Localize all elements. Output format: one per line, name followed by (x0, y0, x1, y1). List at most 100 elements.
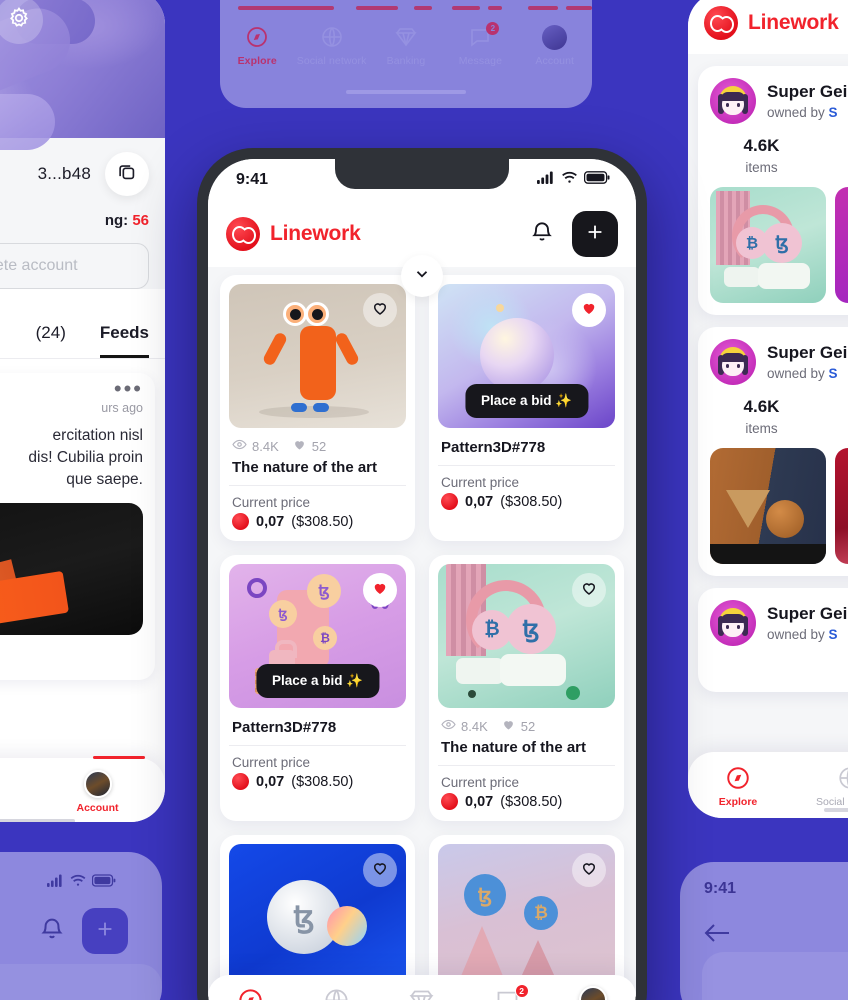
bottom-left-actions[interactable] (38, 908, 128, 954)
collection-card[interactable]: Super Gei owned by S (698, 588, 848, 692)
like-button[interactable] (572, 853, 606, 887)
right-nav-explore[interactable]: Explore (704, 764, 772, 808)
top-nav-item-banking[interactable]: Banking (371, 24, 441, 67)
nft-card[interactable]: ꜩ ₿ (429, 835, 624, 997)
collection-name: Super Gei (767, 343, 848, 362)
left-profile-panel: 3...b48 ng: 56 elete account (24) Feeds … (0, 0, 165, 822)
collection-thumbnail[interactable] (710, 448, 826, 564)
like-button[interactable] (572, 573, 606, 607)
heart-icon (371, 299, 389, 322)
nav-item-message[interactable]: 2 Message (471, 984, 545, 1000)
notifications-button[interactable] (522, 214, 562, 254)
tab-collected[interactable]: (24) (36, 323, 66, 358)
like-button[interactable] (572, 293, 606, 327)
collection-thumbnail[interactable] (835, 187, 848, 303)
heart-icon (371, 579, 389, 602)
collection-owner: owned by S (767, 105, 847, 120)
items-value: 4.6K (743, 136, 780, 155)
collapse-button[interactable] (401, 255, 443, 297)
nft-card[interactable]: ꜩ (220, 835, 415, 997)
collection-thumbnail[interactable]: ₿ ꜩ (710, 187, 826, 303)
price-label: Current price (232, 495, 311, 510)
right-panel-navbar[interactable]: Explore Social network (688, 752, 848, 818)
nft-artwork[interactable]: ₿ ꜩ (438, 564, 615, 708)
collection-owner: owned by S (767, 366, 847, 381)
coin-icon (232, 773, 249, 790)
like-count: 52 (520, 718, 536, 734)
top-nav-item-explore[interactable]: Explore (222, 24, 292, 67)
like-button[interactable] (363, 853, 397, 887)
nav-item-social[interactable]: Social network (299, 985, 373, 1000)
collection-avatar (710, 339, 756, 385)
feed-post-card: ••• urs ago ercitation nisl dis! Cubilia… (0, 373, 155, 680)
right-nav-social[interactable]: Social network (816, 764, 848, 808)
nft-card[interactable]: 8.4K 52 The nature of the art Current pr… (220, 275, 415, 541)
nav-label: Explore (718, 796, 758, 808)
back-button[interactable] (702, 920, 732, 951)
nft-card[interactable]: ₿ ꜩ 8.4K 52 The nature of the art Curren… (429, 555, 624, 821)
collection-card[interactable]: Super Gei owned by S 4.6K items f (698, 327, 848, 576)
top-nav-item-account[interactable]: Account (520, 24, 590, 67)
nft-artwork[interactable]: ꜩ (229, 844, 406, 988)
plus-icon (584, 221, 606, 248)
phone-mockup: 9:41 Linework 8.4K 52 The nature of the … (197, 148, 647, 1000)
phone-notch (335, 159, 509, 189)
nft-artwork[interactable]: ꜩ ₿ (438, 844, 615, 988)
compass-icon (222, 24, 292, 50)
eye-icon (232, 437, 247, 455)
chevron-down-icon (413, 265, 431, 288)
top-faded-panel: Explore Social network Banking 2 Message… (220, 0, 592, 108)
top-nav-item-social[interactable]: Social network (297, 24, 367, 67)
collection-thumbnails[interactable] (710, 448, 848, 564)
globe-icon (816, 764, 848, 792)
cellular-icon (47, 874, 64, 892)
place-bid-chip[interactable]: Place a bid ✨ (464, 384, 589, 418)
nft-feed-grid[interactable]: 8.4K 52 The nature of the art Current pr… (208, 267, 636, 1000)
post-text: ercitation nisl dis! Cubilia proin que s… (28, 427, 143, 488)
collection-card[interactable]: Super Gei owned by S 4.6K items f ₿ꜩ (698, 66, 848, 315)
nft-stats: 8.4K 52 (229, 428, 406, 457)
add-button[interactable] (572, 211, 618, 257)
left-panel-navbar[interactable]: 2 Message Account (0, 756, 165, 822)
message-badge: 2 (514, 984, 529, 998)
compass-icon (214, 985, 288, 1000)
nft-artwork[interactable] (229, 284, 406, 428)
profile-tabs[interactable]: (24) Feeds (0, 307, 165, 359)
owner-name: S (828, 366, 838, 381)
sidebar-nav-account[interactable]: Account (66, 770, 130, 814)
owner-prefix: owned by (767, 366, 829, 381)
nft-card[interactable]: Place a bid ✨ Pattern3D#778 Current pric… (429, 275, 624, 541)
nft-artwork[interactable]: 〰 ꜩ ꜩ ₿ Place a bid ✨ (229, 564, 406, 708)
like-stat: 52 (501, 717, 535, 735)
collection-thumbnails[interactable]: ₿ ꜩ (710, 187, 848, 303)
collection-items-stat: 4.6K items (710, 136, 813, 175)
collection-thumbnail[interactable] (835, 448, 848, 564)
coin-icon (441, 793, 458, 810)
status-time: 9:41 (236, 171, 269, 188)
phone-navbar[interactable]: Explore Social network Banking (208, 975, 636, 1000)
post-image[interactable] (0, 503, 143, 635)
items-label: items (745, 421, 778, 436)
owner-prefix: owned by (767, 627, 829, 642)
copy-address-button[interactable] (105, 152, 149, 196)
nft-card[interactable]: 〰 ꜩ ꜩ ₿ Place a bid ✨ Pattern3D#778 Curren… (220, 555, 415, 821)
like-button[interactable] (363, 573, 397, 607)
add-button[interactable] (82, 908, 128, 954)
nav-item-banking[interactable]: Banking (385, 985, 459, 1000)
top-nav-item-message[interactable]: 2 Message (445, 22, 515, 67)
nft-artwork[interactable]: Place a bid ✨ (438, 284, 615, 428)
coin-icon (441, 493, 458, 510)
nav-item-account[interactable]: Account (556, 985, 630, 1000)
top-panel-navbar[interactable]: Explore Social network Banking 2 Message… (220, 22, 592, 67)
like-button[interactable] (363, 293, 397, 327)
price-usd: ($308.50) (291, 773, 354, 790)
collection-floor-stat: f (813, 397, 848, 436)
status-time: 9:41 (704, 880, 737, 897)
nav-item-explore[interactable]: Explore (214, 985, 288, 1000)
top-nav-label: Message (458, 55, 503, 67)
place-bid-chip[interactable]: Place a bid ✨ (255, 664, 380, 698)
more-horizontal-icon[interactable]: ••• (114, 378, 143, 400)
tab-feeds[interactable]: Feeds (99, 323, 149, 358)
delete-account-button[interactable]: elete account (0, 243, 149, 289)
bell-icon[interactable] (38, 915, 66, 948)
